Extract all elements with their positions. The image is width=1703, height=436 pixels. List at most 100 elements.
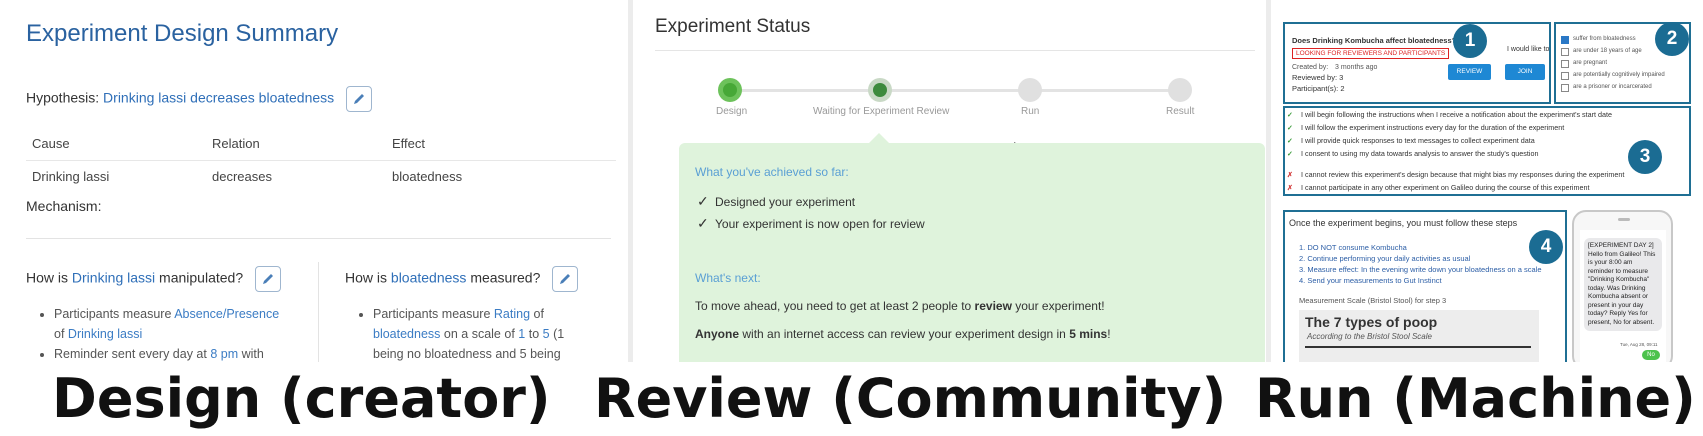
measure-type-link[interactable]: Rating [494, 307, 530, 321]
agree-item: ✓ I will begin following the instructions… [1287, 110, 1612, 119]
measurement-list: Participants measure Rating of bloatedne… [373, 304, 578, 362]
agree-text: I will provide quick responses to text m… [1301, 136, 1535, 145]
edit-measurement-button[interactable] [552, 266, 579, 292]
hypothesis-text[interactable]: Drinking lassi decreases bloatedness [103, 90, 334, 106]
step-item: 2. Continue performing your daily activi… [1299, 254, 1471, 263]
card-status-tag: LOOKING FOR REVIEWERS AND PARTICIPANTS [1292, 48, 1450, 59]
next-heading: What's next: [695, 271, 761, 285]
agree-text: I consent to using my data towards analy… [1301, 149, 1539, 158]
card-participants: Participant(s): 2 [1292, 84, 1345, 93]
steps-heading: Once the experiment begins, you must fol… [1289, 218, 1518, 228]
caption-design: Design (creator) [52, 367, 551, 430]
achieved-heading: What you've achieved so far: [695, 165, 849, 179]
question-prefix: How is [345, 269, 388, 286]
criterion-label: are potentially cognitively impaired [1573, 72, 1665, 78]
step-design-dot [718, 78, 742, 102]
edit-manipulation-button[interactable] [255, 266, 281, 292]
agree-text: I will follow the experiment instruction… [1301, 123, 1565, 132]
pencil-icon [354, 94, 365, 104]
list-item: Participants measure Rating of bloatedne… [373, 304, 578, 362]
criterion-checkbox[interactable] [1561, 60, 1569, 68]
achieved-item: ✓ Designed your experiment [697, 193, 855, 210]
bullet-text: of [54, 327, 65, 341]
cause-effect-table: Cause Relation Effect Drinking lassi dec… [26, 128, 616, 192]
mechanism-label: Mechanism: [26, 198, 102, 214]
disagree-text: I cannot review this experiment's design… [1301, 170, 1625, 179]
pencil-icon [560, 274, 571, 284]
caption-review: Review (Community) [594, 367, 1227, 430]
disagree-item: ✗ I cannot participate in any other exper… [1287, 183, 1589, 192]
card-reviewed: Reviewed by: 3 [1292, 73, 1344, 82]
agree-item: ✓ I consent to using my data towards anal… [1287, 149, 1539, 158]
check-icon: ✓ [1287, 136, 1294, 145]
join-button[interactable]: JOIN [1505, 64, 1545, 80]
section-divider [26, 238, 611, 239]
achieved-text: Designed your experiment [715, 195, 856, 209]
bullet-text: Participants measure [54, 307, 172, 321]
anyone-text: Anyone with an internet access can revie… [695, 327, 1111, 341]
check-icon: ✓ [1287, 123, 1294, 132]
column-divider [318, 262, 319, 362]
bullet-text: on a scale of [443, 327, 515, 341]
achieved-item: ✓ Your experiment is now open for review [697, 215, 925, 232]
header-cause: Cause [32, 136, 70, 151]
page-title: Experiment Design Summary [26, 20, 339, 47]
header-effect: Effect [392, 136, 426, 151]
achieved-text: Your experiment is now open for review [715, 217, 925, 231]
bullet-text: being no bloatedness and 5 being [373, 347, 561, 361]
progress-track [730, 89, 1178, 92]
header-relation: Relation [212, 136, 260, 151]
step-label-design: Design [716, 106, 748, 117]
edit-hypothesis-button[interactable] [346, 86, 373, 112]
caption-run: Run (Machine) [1255, 367, 1696, 430]
scale-rule [1305, 346, 1531, 348]
phone-speaker [1618, 218, 1630, 221]
measurement-section: How is bloatedness measured? Participant… [345, 266, 579, 362]
table-row: Drinking lassi decreases bloatedness [26, 160, 616, 192]
scale-max-link[interactable]: 5 [543, 327, 550, 341]
card-created-ago: 3 months ago [1335, 64, 1378, 71]
anyone-bold: Anyone [695, 327, 740, 341]
variable-link[interactable]: Drinking lassi [68, 327, 142, 341]
step-run-dot [1018, 78, 1042, 102]
cross-icon: ✗ [1287, 170, 1294, 179]
anyone-part: ! [1107, 327, 1111, 341]
variable-link[interactable]: bloatedness [373, 327, 440, 341]
review-button[interactable]: REVIEW [1448, 64, 1491, 80]
cause-variable-link[interactable]: Drinking lassi [72, 270, 155, 286]
bullet-text: Reminder sent every day at [54, 347, 207, 361]
sms-reminder-message: [EXPERIMENT DAY 2] Hello from Galileo! T… [1584, 238, 1662, 331]
card-question: Does Drinking Kombucha affect bloatednes… [1292, 36, 1457, 45]
step-badge-3: 3 [1628, 140, 1662, 174]
sms-timestamp: Tue, Aug 28, 09:11 [1620, 342, 1658, 347]
agree-item: ✓ I will follow the experiment instructio… [1287, 123, 1564, 132]
effect-variable-link[interactable]: bloatedness [391, 270, 467, 286]
pencil-icon [263, 274, 273, 284]
bullet-text: with [241, 347, 264, 361]
status-info-box: What you've achieved so far: ✓ Designed y… [679, 133, 1265, 362]
hypothesis-label: Hypothesis: [26, 89, 100, 106]
list-item: Participants measure Absence/Presence of… [54, 304, 281, 344]
manipulation-section: How is Drinking lassi manipulated? Parti… [26, 266, 281, 362]
status-title: Experiment Status [655, 16, 811, 37]
sms-reply-bubble: No [1642, 350, 1660, 360]
reminder-time-link[interactable]: 8 pm [210, 347, 238, 361]
step-result-dot [1168, 78, 1192, 102]
check-icon: ✓ [697, 193, 709, 209]
check-icon: ✓ [697, 215, 709, 231]
measure-type-link[interactable]: Absence/Presence [174, 307, 279, 321]
experiment-steps: Once the experiment begins, you must fol… [1283, 210, 1567, 362]
scale-label: Measurement Scale (Bristol Stool) for st… [1299, 296, 1447, 305]
card-would-like: I would like to [1507, 46, 1550, 53]
agree-item: ✓ I will provide quick responses to text … [1287, 136, 1535, 145]
criterion-checkbox[interactable] [1561, 72, 1569, 80]
list-item: Reminder sent every day at 8 pm with [54, 344, 281, 362]
scale-min-link[interactable]: 1 [518, 327, 525, 341]
measurement-question: How is bloatedness measured? [345, 266, 579, 292]
criterion-checkbox[interactable] [1561, 48, 1569, 56]
criterion-checkbox[interactable] [1561, 36, 1569, 44]
cell-effect: bloatedness [392, 169, 463, 184]
criterion-checkbox[interactable] [1561, 84, 1569, 92]
question-prefix: How is [26, 269, 69, 286]
step-item: 3. Measure effect: In the evening write … [1299, 265, 1542, 274]
